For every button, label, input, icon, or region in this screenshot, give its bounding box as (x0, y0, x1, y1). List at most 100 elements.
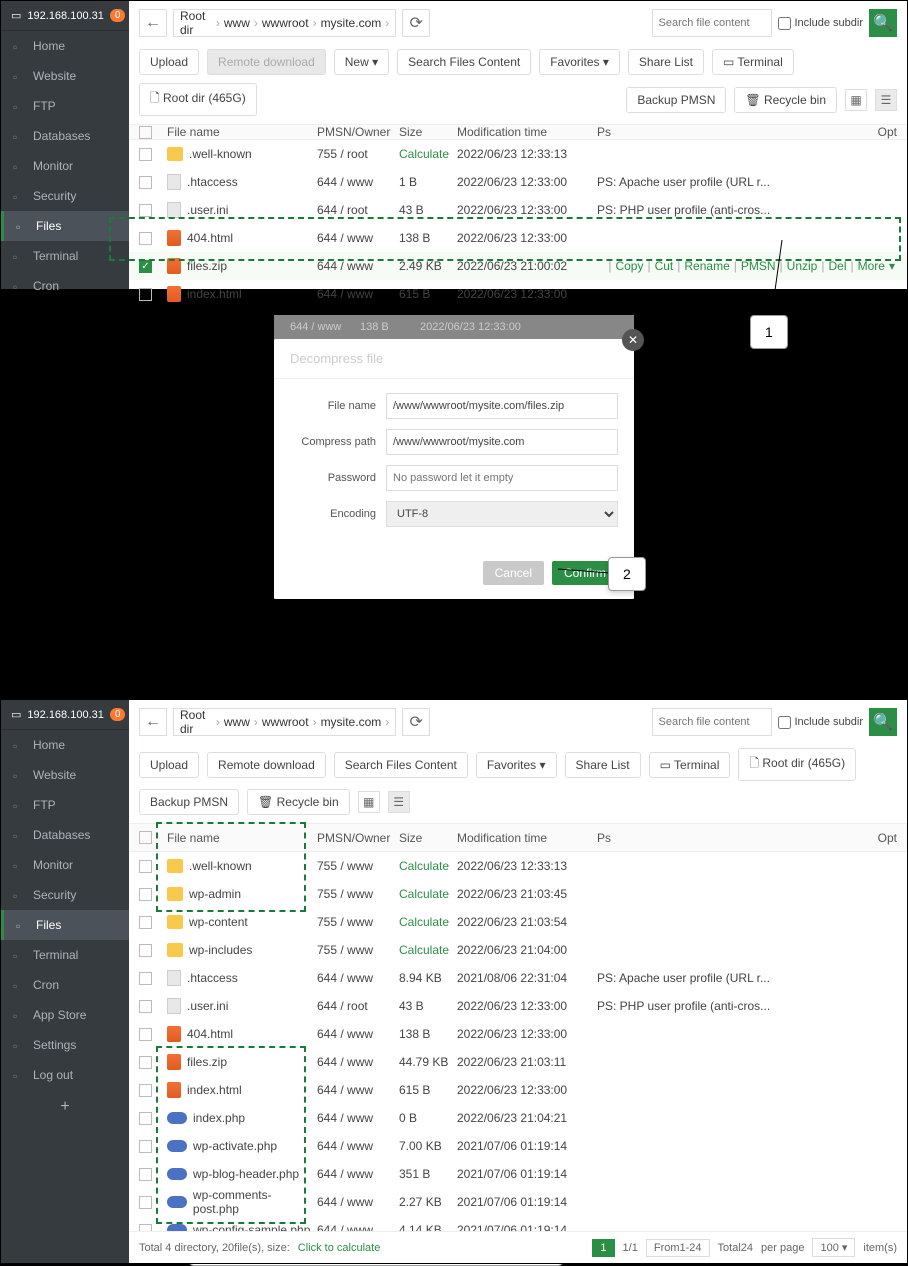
size[interactable]: Calculate (399, 943, 457, 957)
search-files-button[interactable]: Search Files Content (334, 752, 468, 778)
col-mod[interactable]: Modification time (457, 125, 597, 139)
select-all-checkbox[interactable] (139, 831, 152, 844)
table-row[interactable]: .well-known755 / rootCalculate2022/06/23… (129, 140, 907, 168)
breadcrumb-seg[interactable]: wwwroot (262, 16, 309, 30)
upload-button[interactable]: Upload (139, 49, 199, 75)
password-input[interactable] (386, 465, 618, 491)
sidebar-item-terminal[interactable]: ▫Terminal (1, 241, 129, 271)
file-name[interactable]: .user.ini (187, 203, 228, 217)
sidebar-item-security[interactable]: ▫Security (1, 880, 129, 910)
select-all-checkbox[interactable] (139, 126, 152, 139)
col-size[interactable]: Size (399, 831, 457, 845)
breadcrumb-seg[interactable]: mysite.com (321, 715, 382, 729)
table-row[interactable]: index.html644 / www615 B2022/06/23 12:33… (129, 1076, 907, 1104)
terminal-button[interactable]: ▭ Terminal (649, 752, 731, 778)
favorites-button[interactable]: Favorites ▾ (476, 752, 557, 778)
table-row[interactable]: .htaccess644 / www1 B2022/06/23 12:33:00… (129, 168, 907, 196)
row-checkbox[interactable] (139, 288, 152, 301)
sidebar-item-files[interactable]: ▫Files (1, 910, 129, 940)
file-name[interactable]: wp-includes (189, 943, 252, 957)
new-button[interactable]: New ▾ (334, 49, 389, 75)
table-row[interactable]: wp-admin755 / wwwCalculate2022/06/23 21:… (129, 880, 907, 908)
table-row[interactable]: files.zip644 / www44.79 KB2022/06/23 21:… (129, 1048, 907, 1076)
alert-badge[interactable]: 0 (110, 9, 126, 22)
col-name[interactable]: File name (167, 125, 317, 139)
sidebar-item-website[interactable]: ▫Website (1, 760, 129, 790)
table-row[interactable]: wp-comments-post.php644 / www2.27 KB2021… (129, 1188, 907, 1216)
recycle-button[interactable]: 🗑 Recycle bin (734, 87, 837, 113)
file-name[interactable]: .htaccess (187, 175, 238, 189)
table-row[interactable]: .user.ini644 / root43 B2022/06/23 12:33:… (129, 992, 907, 1020)
backup-button[interactable]: Backup PMSN (139, 789, 239, 815)
table-row[interactable]: wp-content755 / wwwCalculate2022/06/23 2… (129, 908, 907, 936)
cancel-button[interactable]: Cancel (483, 561, 544, 585)
favorites-button[interactable]: Favorites ▾ (539, 49, 620, 75)
sidebar-item-ftp[interactable]: ▫FTP (1, 91, 129, 121)
row-checkbox[interactable] (139, 916, 152, 929)
sidebar-item-monitor[interactable]: ▫Monitor (1, 151, 129, 181)
upload-button[interactable]: Upload (139, 752, 199, 778)
sidebar-item-website[interactable]: ▫Website (1, 61, 129, 91)
table-row[interactable]: index.php644 / www0 B2022/06/23 21:04:21 (129, 1104, 907, 1132)
col-pmsn[interactable]: PMSN/Owner (317, 831, 399, 845)
size[interactable]: Calculate (399, 859, 457, 873)
file-name[interactable]: wp-activate.php (193, 1139, 277, 1153)
file-name[interactable]: wp-blog-header.php (193, 1167, 299, 1181)
file-name[interactable]: files.zip (187, 1055, 227, 1069)
sidebar-item-monitor[interactable]: ▫Monitor (1, 850, 129, 880)
sidebar-item-databases[interactable]: ▫Databases (1, 121, 129, 151)
row-checkbox[interactable] (139, 260, 152, 273)
file-name[interactable]: .htaccess (187, 971, 238, 985)
row-checkbox[interactable] (139, 1140, 152, 1153)
search-button[interactable]: 🔍 (869, 708, 897, 736)
remote-download-button[interactable]: Remote download (207, 49, 326, 75)
table-row[interactable]: .htaccess644 / www8.94 KB2021/08/06 22:3… (129, 964, 907, 992)
file-name[interactable]: wp-admin (189, 887, 241, 901)
search-input[interactable] (652, 708, 772, 736)
alert-badge[interactable]: 0 (110, 708, 126, 721)
list-view-icon[interactable]: ☰ (875, 89, 897, 111)
root-dir-button[interactable]: 🗋 Root dir (465G) (139, 83, 257, 116)
encoding-select[interactable]: UTF-8 (386, 501, 618, 527)
sidebar-item-settings[interactable]: ▫Settings (1, 1030, 129, 1060)
file-name[interactable]: .well-known (189, 147, 252, 161)
col-size[interactable]: Size (399, 125, 457, 139)
sidebar-item-terminal[interactable]: ▫Terminal (1, 940, 129, 970)
sidebar-item-cron[interactable]: ▫Cron (1, 271, 129, 301)
remote-download-button[interactable]: Remote download (207, 752, 326, 778)
breadcrumb[interactable]: Root dir›www›wwwroot›mysite.com› (173, 708, 396, 736)
size[interactable]: Calculate (399, 147, 457, 161)
breadcrumb-seg[interactable]: mysite.com (321, 16, 382, 30)
share-list-button[interactable]: Share List (565, 752, 641, 778)
row-checkbox[interactable] (139, 1224, 152, 1231)
close-icon[interactable]: ✕ (622, 329, 644, 351)
breadcrumb-seg[interactable]: Root dir (180, 9, 212, 37)
search-button[interactable]: 🔍 (869, 9, 897, 37)
table-row[interactable]: .well-known755 / wwwCalculate2022/06/23 … (129, 852, 907, 880)
file-name[interactable]: index.html (187, 287, 242, 301)
breadcrumb-seg[interactable]: www (224, 16, 250, 30)
row-checkbox[interactable] (139, 1000, 152, 1013)
file-name[interactable]: 404.html (187, 1027, 233, 1041)
terminal-button[interactable]: ▭ Terminal (712, 49, 794, 75)
sidebar-item-ftp[interactable]: ▫FTP (1, 790, 129, 820)
search-files-button[interactable]: Search Files Content (397, 49, 531, 75)
file-name[interactable]: 404.html (187, 231, 233, 245)
action-more[interactable]: More (858, 259, 885, 273)
action-unzip[interactable]: Unzip (787, 259, 818, 273)
row-checkbox[interactable] (139, 1196, 152, 1209)
row-checkbox[interactable] (139, 176, 152, 189)
row-checkbox[interactable] (139, 204, 152, 217)
share-list-button[interactable]: Share List (628, 49, 704, 75)
file-name[interactable]: index.php (193, 1111, 245, 1125)
table-row[interactable]: 404.html644 / www138 B2022/06/23 12:33:0… (129, 224, 907, 252)
file-name[interactable]: .well-known (189, 859, 252, 873)
action-rename[interactable]: Rename (684, 259, 729, 273)
sidebar-item-cron[interactable]: ▫Cron (1, 970, 129, 1000)
col-mod[interactable]: Modification time (457, 831, 597, 845)
breadcrumb[interactable]: Root dir›www›wwwroot›mysite.com› (173, 9, 396, 37)
row-checkbox[interactable] (139, 1084, 152, 1097)
action-copy[interactable]: Copy (615, 259, 643, 273)
compress-path-input[interactable] (386, 429, 618, 455)
col-pmsn[interactable]: PMSN/Owner (317, 125, 399, 139)
